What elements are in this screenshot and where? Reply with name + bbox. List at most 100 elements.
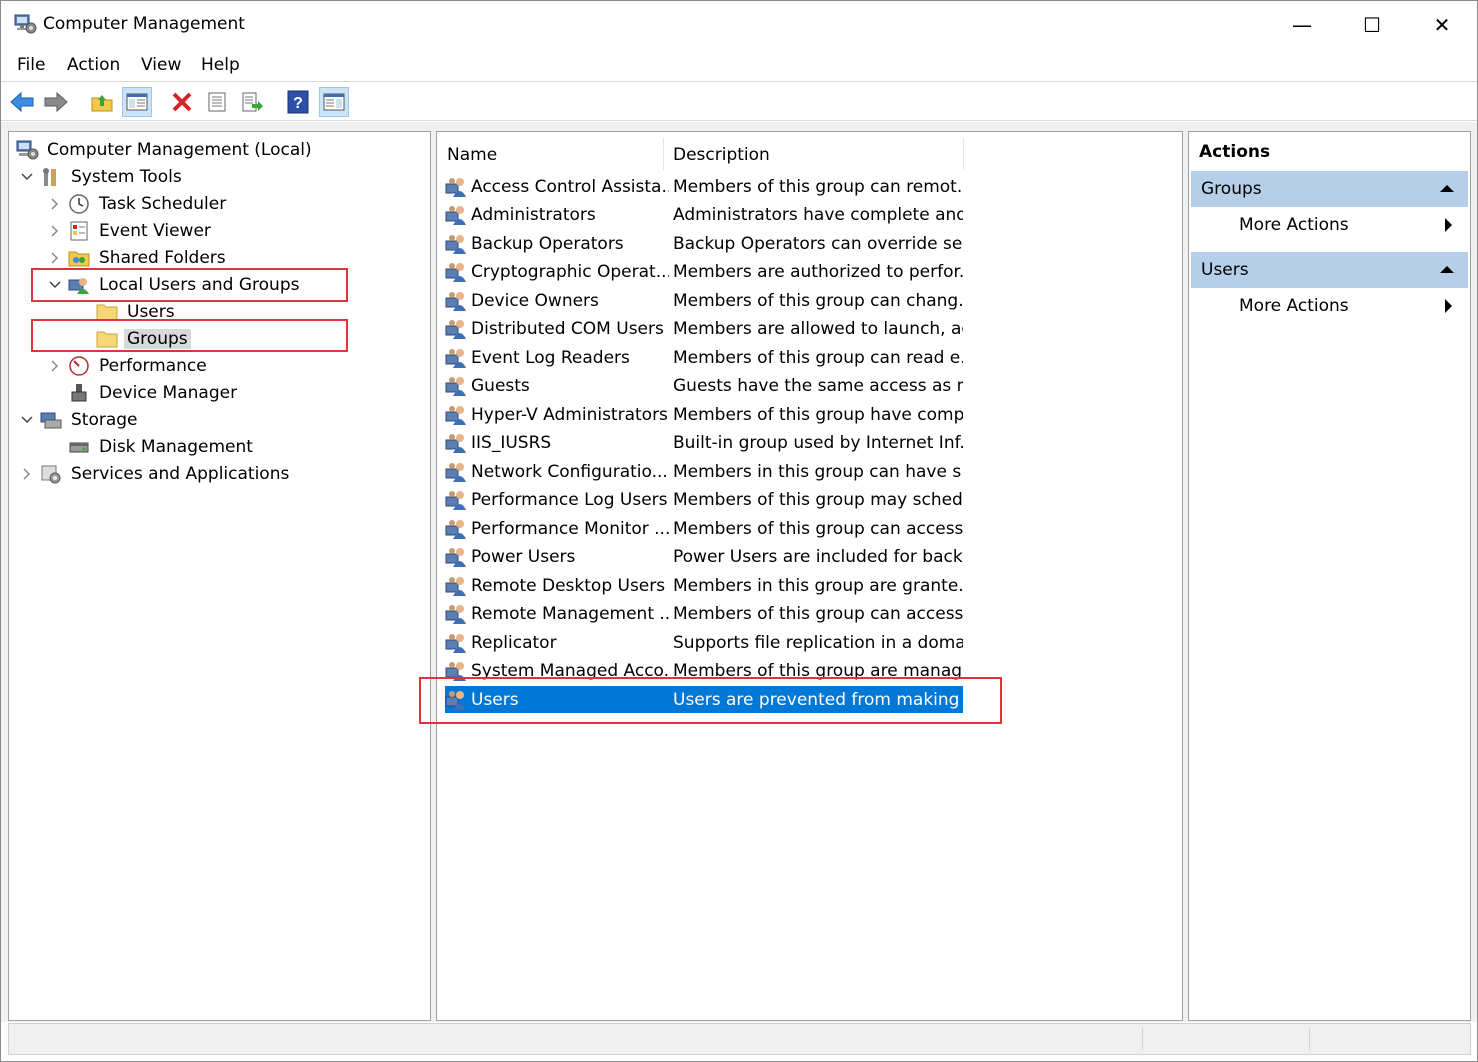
menu-help[interactable]: Help xyxy=(201,55,240,75)
tree-item-services-and-applications[interactable]: Services and Applications xyxy=(19,460,292,487)
group-row[interactable]: IIS_IUSRS Built-in group used by Internet… xyxy=(445,430,963,457)
chevron-right-icon[interactable] xyxy=(47,223,63,239)
tree-item-label: Shared Folders xyxy=(99,247,226,268)
group-icon xyxy=(445,461,467,483)
group-icon xyxy=(445,290,467,312)
tree-item-performance[interactable]: Performance xyxy=(47,352,210,379)
group-icon xyxy=(445,575,467,597)
group-name: Event Log Readers xyxy=(471,347,630,368)
highlight-box-groups xyxy=(31,319,348,352)
users-more-actions[interactable]: More Actions xyxy=(1191,288,1468,324)
actions-section-title: Users xyxy=(1201,260,1249,280)
chevron-down-icon[interactable] xyxy=(19,169,35,185)
chevron-right-icon[interactable] xyxy=(19,466,35,482)
group-icon xyxy=(445,347,467,369)
tree-item-computer-management-local[interactable]: Computer Management (Local) xyxy=(15,136,315,163)
services-applications-icon xyxy=(39,463,63,485)
group-name: Device Owners xyxy=(471,290,599,311)
chevron-right-icon[interactable] xyxy=(47,196,63,212)
actions-section-users[interactable]: Users xyxy=(1191,252,1468,288)
group-icon xyxy=(445,204,467,226)
tree-item-event-viewer[interactable]: Event Viewer xyxy=(47,217,214,244)
group-description: Guests have the same access as m... xyxy=(673,376,963,396)
chevron-right-icon[interactable] xyxy=(47,358,63,374)
system-tools-icon xyxy=(39,166,63,188)
group-row[interactable]: Backup Operators Backup Operators can ove… xyxy=(445,230,963,257)
minimize-button[interactable]: — xyxy=(1267,1,1337,49)
event-viewer-icon xyxy=(67,220,91,242)
device-manager-icon xyxy=(67,382,91,404)
group-name: Performance Log Users xyxy=(471,490,668,510)
group-row[interactable]: Replicator Supports file replication in a… xyxy=(445,629,963,656)
chevron-down-icon[interactable] xyxy=(19,412,35,428)
help-button[interactable]: ? xyxy=(283,87,313,117)
group-row[interactable]: Device Owners Members of this group can c… xyxy=(445,287,963,314)
group-name: Distributed COM Users xyxy=(471,319,664,339)
group-row[interactable]: Remote Management ... Members of this gro… xyxy=(445,601,963,628)
menu-action[interactable]: Action xyxy=(67,55,120,75)
group-row[interactable]: Hyper-V Administrators Members of this gr… xyxy=(445,401,963,428)
menu-file[interactable]: File xyxy=(17,55,45,75)
show-hide-console-tree-button[interactable] xyxy=(122,87,152,117)
group-row[interactable]: Performance Log Users Members of this gro… xyxy=(445,487,963,514)
tree-item-shared-folders[interactable]: Shared Folders xyxy=(47,244,229,271)
show-hide-action-pane-icon xyxy=(323,93,345,111)
group-row[interactable]: Administrators Administrators have comple… xyxy=(445,202,963,229)
actions-header: Actions xyxy=(1199,142,1271,162)
group-row[interactable]: Remote Desktop Users Members in this grou… xyxy=(445,572,963,599)
group-row[interactable]: Cryptographic Operat... Members are autho… xyxy=(445,259,963,286)
collapse-arrow-icon[interactable] xyxy=(1440,185,1454,192)
close-button[interactable]: ✕ xyxy=(1407,1,1477,49)
actions-pane: Actions Groups More Actions Users More A… xyxy=(1188,131,1471,1021)
group-name: Backup Operators xyxy=(471,233,624,254)
tree-item-disk-management[interactable]: Disk Management xyxy=(67,433,256,460)
tree-item-system-tools[interactable]: System Tools xyxy=(19,163,185,190)
column-divider[interactable] xyxy=(663,138,664,170)
tree-item-label: Computer Management (Local) xyxy=(47,139,312,160)
group-row[interactable]: Power Users Power Users are included for … xyxy=(445,544,963,571)
group-description: Members of this group can read e... xyxy=(673,347,963,368)
menu-view[interactable]: View xyxy=(141,55,181,75)
collapse-arrow-icon[interactable] xyxy=(1440,266,1454,273)
forward-button[interactable] xyxy=(41,87,71,117)
properties-button[interactable] xyxy=(202,87,232,117)
tree-item-label: Device Manager xyxy=(99,382,238,403)
minimize-icon: — xyxy=(1292,13,1312,37)
tree-item-label: Disk Management xyxy=(99,436,253,457)
status-divider xyxy=(1309,1028,1310,1050)
delete-button[interactable] xyxy=(167,87,197,117)
group-row[interactable]: Access Control Assista... Members of this… xyxy=(445,173,963,200)
group-row[interactable]: Guests Guests have the same access as m..… xyxy=(445,373,963,400)
column-header-description[interactable]: Description xyxy=(673,140,770,170)
chevron-right-icon[interactable] xyxy=(47,250,63,266)
toolbar: ? xyxy=(1,81,1477,121)
export-list-button[interactable] xyxy=(237,87,267,117)
group-row[interactable]: Distributed COM Users Members are allowed… xyxy=(445,316,963,343)
group-description: Members of this group have comp... xyxy=(673,404,963,425)
column-header-name[interactable]: Name xyxy=(447,140,497,170)
actions-section-title: Groups xyxy=(1201,179,1262,199)
up-one-level-button[interactable] xyxy=(87,87,117,117)
column-divider[interactable] xyxy=(963,138,964,170)
tree-item-label: Event Viewer xyxy=(99,220,211,241)
tree-item-storage[interactable]: Storage xyxy=(19,406,141,433)
show-hide-action-pane-button[interactable] xyxy=(319,87,349,117)
status-bar xyxy=(8,1023,1471,1055)
back-button[interactable] xyxy=(7,87,37,117)
tree-item-task-scheduler[interactable]: Task Scheduler xyxy=(47,190,229,217)
tree-item-device-manager[interactable]: Device Manager xyxy=(67,379,240,406)
shared-folders-icon xyxy=(67,247,91,269)
groups-more-actions[interactable]: More Actions xyxy=(1191,207,1468,243)
group-description: Administrators have complete and... xyxy=(673,205,963,225)
group-row[interactable]: Network Configuratio... Members in this g… xyxy=(445,458,963,485)
svg-text:?: ? xyxy=(293,95,303,112)
group-description: Members of this group can access ... xyxy=(673,604,963,624)
group-name: Access Control Assista... xyxy=(471,176,669,197)
action-label: More Actions xyxy=(1239,215,1349,235)
show-hide-tree-icon xyxy=(126,93,148,111)
maximize-button[interactable]: ☐ xyxy=(1337,1,1407,49)
group-row[interactable]: Performance Monitor ... Members of this g… xyxy=(445,515,963,542)
computer-management-icon xyxy=(15,139,39,161)
actions-section-groups[interactable]: Groups xyxy=(1191,171,1468,207)
group-row[interactable]: Event Log Readers Members of this group c… xyxy=(445,344,963,371)
